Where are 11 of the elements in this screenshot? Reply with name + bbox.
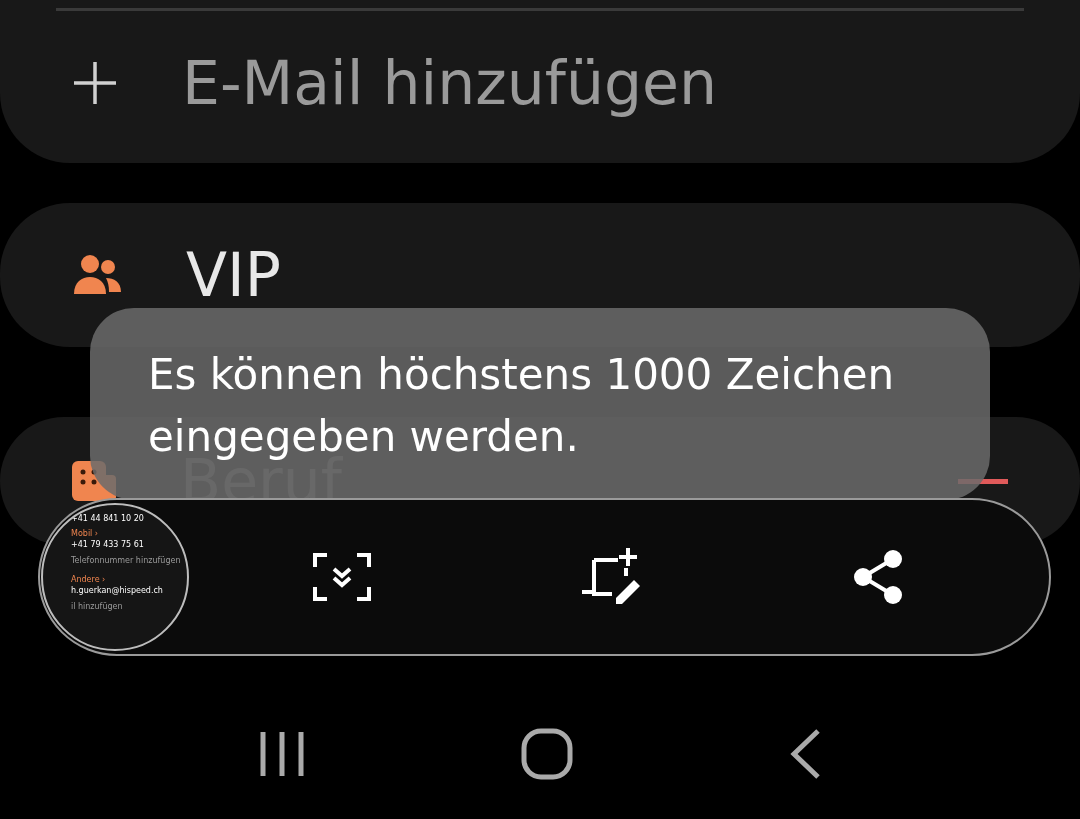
thumbnail-text: Andere › [71,574,107,585]
people-icon [72,254,122,296]
thumbnail-text: +41 79 433 75 61 [71,539,145,550]
plus-icon [72,60,118,106]
thumbnail-text: h.guerkan@hispeed.ch [71,585,164,596]
field-label: VIP [186,239,281,312]
home-button[interactable] [521,728,573,780]
add-email-link[interactable]: E-Mail hinzufügen [182,43,717,123]
thumbnail-text: Mobil › [71,528,100,539]
thumbnail-text: il hinzufügen [71,601,124,612]
thumbnail-text: Telefonnummer hinzufügen [71,555,182,566]
